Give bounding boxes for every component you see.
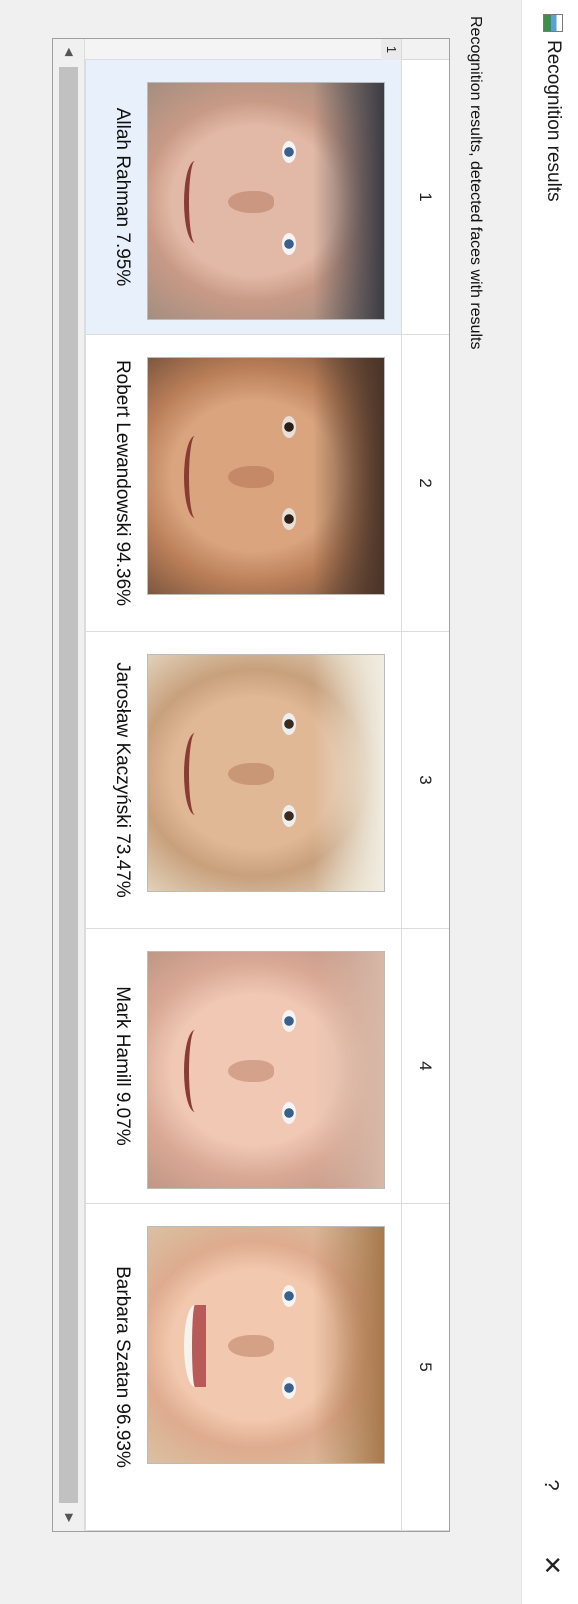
face-label-2: Robert Lewandowski 94.36%: [112, 359, 133, 607]
face-label-3: Jarosław Kaczyński 73.47%: [112, 662, 133, 898]
face-cell-5[interactable]: Barbara Szatan 96.93%: [85, 1204, 401, 1531]
grid-corner: [401, 39, 449, 60]
column-header-row: 1 2 3 4 5: [401, 60, 449, 1531]
column-header-3[interactable]: 3: [401, 632, 449, 929]
row-header-label: 1: [381, 39, 401, 60]
horizontal-scrollbar[interactable]: ◀ ▶: [53, 39, 85, 1531]
grid-row: Allah Rahman 7.95% Robert Lewandowski 94…: [85, 60, 401, 1531]
window-title: Recognition results: [543, 40, 564, 202]
results-grid[interactable]: 1 2 3 4 5 1 Allah Rahman 7.95% Robert Le…: [52, 38, 450, 1532]
face-label-1: Allah Rahman 7.95%: [112, 107, 133, 287]
column-header-4[interactable]: 4: [401, 929, 449, 1204]
face-image-2: [147, 357, 385, 595]
scrollbar-thumb[interactable]: [59, 67, 78, 1503]
face-label-4: Mark Hamill 9.07%: [112, 986, 133, 1146]
app-icon: [543, 14, 563, 32]
row-header[interactable]: 1: [85, 39, 401, 60]
recognition-results-dialog: Recognition results ? ✕ Recognition resu…: [0, 0, 578, 1604]
face-image-1: [147, 82, 385, 320]
face-image-3: [147, 654, 385, 892]
scroll-left-icon[interactable]: ◀: [53, 39, 84, 65]
help-button[interactable]: ?: [534, 1468, 568, 1502]
column-header-2[interactable]: 2: [401, 335, 449, 632]
results-subtitle: Recognition results, detected faces with…: [467, 16, 484, 350]
face-cell-2[interactable]: Robert Lewandowski 94.36%: [85, 335, 401, 632]
scroll-right-icon[interactable]: ▶: [53, 1505, 84, 1531]
column-header-1[interactable]: 1: [401, 60, 449, 335]
face-cell-3[interactable]: Jarosław Kaczyński 73.47%: [85, 632, 401, 929]
face-label-5: Barbara Szatan 96.93%: [112, 1266, 133, 1468]
column-header-5[interactable]: 5: [401, 1204, 449, 1531]
face-image-5: [147, 1226, 385, 1464]
face-cell-1[interactable]: Allah Rahman 7.95%: [85, 60, 401, 335]
close-button[interactable]: ✕: [534, 1548, 568, 1582]
face-cell-4[interactable]: Mark Hamill 9.07%: [85, 929, 401, 1204]
face-image-4: [147, 951, 385, 1189]
title-bar: Recognition results ? ✕: [521, 0, 578, 1604]
